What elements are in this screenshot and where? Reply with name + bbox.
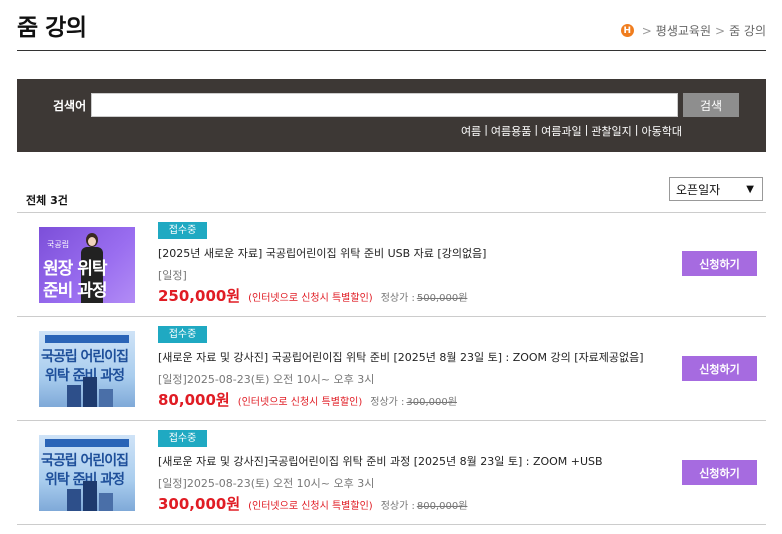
book-graphic <box>83 377 97 407</box>
keyword-link[interactable]: 여름용품 <box>491 123 531 139</box>
book-graphic <box>99 493 113 511</box>
discount-note: (인터넷으로 신청시 특별할인) <box>248 501 373 512</box>
course-schedule: [일정] <box>158 269 187 282</box>
discount-note: (인터넷으로 신청시 특별할인) <box>237 397 363 408</box>
regular-price-label: 정상가 : <box>380 501 415 512</box>
keyword-separator: | <box>534 123 539 136</box>
thumbnail-text: 국공립 어린이집 <box>41 349 129 365</box>
apply-button[interactable]: 신청하기 <box>682 460 757 485</box>
search-label: 검색어 <box>53 99 87 113</box>
book-graphic <box>83 481 97 511</box>
breadcrumb: H > 평생교육원 > 줌 강의 <box>620 22 766 39</box>
sale-price: 80,000원 <box>158 391 230 409</box>
total-count-value: 3건 <box>50 194 68 207</box>
sale-price: 250,000원 <box>158 287 241 305</box>
discount-note: (인터넷으로 신청시 특별할인) <box>248 293 373 304</box>
page-title: 줌 강의 <box>17 15 87 41</box>
sort-select[interactable]: 오픈일자 ▼ <box>669 177 763 201</box>
book-graphic <box>99 389 113 407</box>
thumbnail-text: 국공립 어린이집 <box>41 453 129 469</box>
keyword-link[interactable]: 여름 <box>461 123 481 139</box>
keyword-link[interactable]: 관찰일지 <box>591 123 631 139</box>
breadcrumb-separator: > <box>715 23 726 38</box>
search-button[interactable]: 검색 <box>683 93 739 117</box>
book-graphic <box>67 489 81 511</box>
course-thumbnail[interactable]: 국공립 어린이집 위탁 준비 과정 <box>39 435 135 511</box>
course-schedule: [일정]2025-08-23(토) 오전 10시~ 오후 3시 <box>158 373 375 386</box>
regular-price-label: 정상가 : <box>380 293 415 304</box>
total-label: 전체 <box>26 194 47 207</box>
keyword-separator: | <box>484 123 488 136</box>
keyword-separator: | <box>584 123 589 136</box>
status-badge: 접수중 <box>158 430 207 447</box>
sale-price: 300,000원 <box>158 495 241 513</box>
title-divider <box>17 50 766 51</box>
book-graphic <box>67 385 81 407</box>
price-line: 250,000원 (인터넷으로 신청시 특별할인) 정상가 : 500,000원 <box>158 285 467 306</box>
home-icon[interactable]: H <box>620 24 634 37</box>
breadcrumb-separator: > <box>641 23 652 38</box>
course-title[interactable]: [2025년 새로운 자료] 국공립어린이집 위탁 준비 USB 자료 [강의없… <box>158 245 486 261</box>
apply-button[interactable]: 신청하기 <box>682 251 757 276</box>
apply-button[interactable]: 신청하기 <box>682 356 757 381</box>
regular-price: 300,000원 <box>406 397 457 408</box>
thumbnail-banner <box>45 335 129 343</box>
course-title[interactable]: [새로운 자료 및 강사진] 국공립어린이집 위탁 준비 [2025년 8월 2… <box>158 349 644 365</box>
course-row: 국공립 어린이집 위탁 준비 과정 접수중 [새로운 자료 및 강사진] 국공립… <box>17 317 766 421</box>
chevron-down-icon: ▼ <box>746 183 754 195</box>
thumbnail-caption: 국공립 <box>47 240 70 249</box>
search-panel: 검색어 검색 여름 | 여름용품 | 여름과일 | 관찰일지 | 아동학대 <box>17 79 766 152</box>
regular-price: 800,000원 <box>416 501 468 512</box>
breadcrumb-item-current: 줌 강의 <box>729 24 766 38</box>
price-line: 80,000원 (인터넷으로 신청시 특별할인) 정상가 : 300,000원 <box>158 389 457 410</box>
keyword-link[interactable]: 여름과일 <box>541 123 581 139</box>
sort-selected-value: 오픈일자 <box>676 182 721 197</box>
course-row: 국공립 어린이집 위탁 준비 과정 접수중 [새로운 자료 및 강사진]국공립어… <box>17 421 766 525</box>
course-schedule: [일정]2025-08-23(토) 오전 10시~ 오후 3시 <box>158 477 375 490</box>
search-keywords: 여름 | 여름용품 | 여름과일 | 관찰일지 | 아동학대 <box>461 123 682 139</box>
breadcrumb-item[interactable]: 평생교육원 <box>656 22 711 39</box>
thumbnail-text: 준비 과정 <box>43 281 107 301</box>
search-input[interactable] <box>91 93 678 117</box>
status-badge: 접수중 <box>158 222 207 239</box>
price-line: 300,000원 (인터넷으로 신청시 특별할인) 정상가 : 800,000원 <box>158 493 467 514</box>
total-count: 전체 3건 <box>26 192 68 208</box>
course-row: 국공립 원장 위탁 준비 과정 접수중 [2025년 새로운 자료] 국공립어린… <box>17 213 766 317</box>
status-badge: 접수중 <box>158 326 207 343</box>
keyword-link[interactable]: 아동학대 <box>642 123 682 139</box>
course-title[interactable]: [새로운 자료 및 강사진]국공립어린이집 위탁 준비 과정 [2025년 8월… <box>158 453 603 469</box>
regular-price: 500,000원 <box>416 293 468 304</box>
course-thumbnail[interactable]: 국공립 어린이집 위탁 준비 과정 <box>39 331 135 407</box>
course-thumbnail[interactable]: 국공립 원장 위탁 준비 과정 <box>39 227 135 303</box>
keyword-separator: | <box>634 123 639 136</box>
thumbnail-banner <box>45 439 129 447</box>
regular-price-label: 정상가 : <box>370 397 405 408</box>
